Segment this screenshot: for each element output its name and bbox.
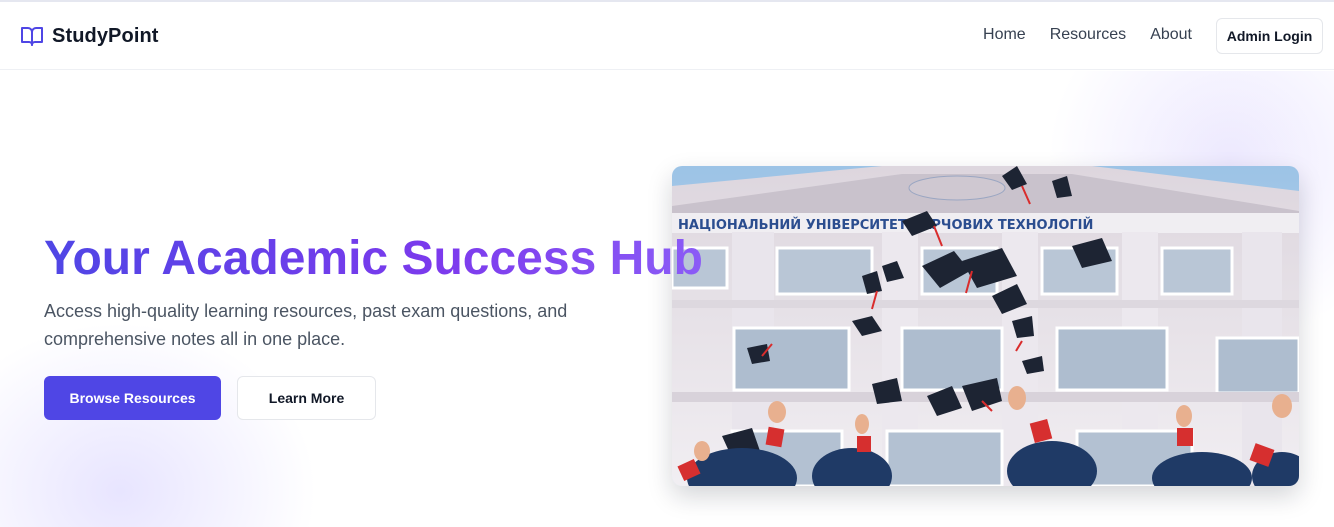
nav-link-resources[interactable]: Resources (1050, 26, 1126, 44)
brand-name: StudyPoint (52, 24, 159, 47)
hero-section: Your Academic Success Hub Access high-qu… (0, 71, 1334, 527)
nav-link-about[interactable]: About (1150, 26, 1192, 44)
hero-subtitle: Access high-quality learning resources, … (44, 301, 568, 349)
admin-login-button[interactable]: Admin Login (1216, 18, 1323, 54)
navbar: StudyPoint Home Resources About Admin Lo… (0, 2, 1334, 70)
learn-more-button[interactable]: Learn More (237, 376, 376, 420)
browse-resources-button[interactable]: Browse Resources (44, 376, 221, 420)
hero-image: НАЦІОНАЛЬНИЙ УНІВЕРСИТЕТ ХАРЧОВИХ ТЕХНОЛ… (672, 166, 1299, 486)
open-book-icon (20, 24, 44, 48)
hero-title: Your Academic Success Hub (44, 229, 703, 289)
building-sign: НАЦІОНАЛЬНИЙ УНІВЕРСИТЕТ ХАРЧОВИХ ТЕХНОЛ… (678, 217, 1093, 233)
nav-links: Home Resources About (983, 26, 1192, 44)
brand-logo[interactable]: StudyPoint (20, 24, 159, 48)
graduation-photo: НАЦІОНАЛЬНИЙ УНІВЕРСИТЕТ ХАРЧОВИХ ТЕХНОЛ… (672, 166, 1299, 486)
nav-link-home[interactable]: Home (983, 26, 1026, 44)
